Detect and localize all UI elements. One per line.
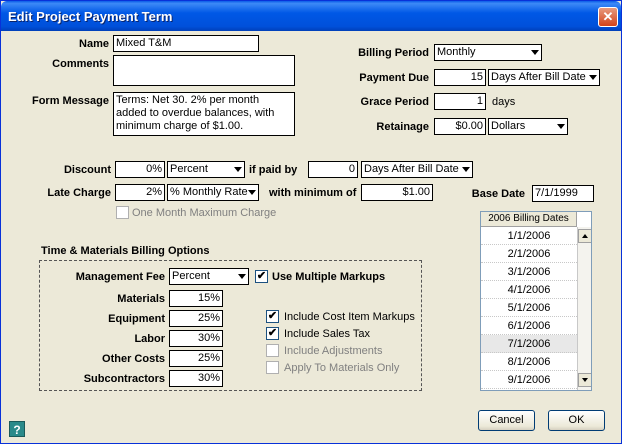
discount-type-select[interactable]: Percent: [167, 161, 245, 178]
chevron-down-icon: [589, 75, 597, 80]
cancel-button[interactable]: Cancel: [478, 410, 535, 431]
payment-due-unit-value: Days After Bill Date: [491, 71, 586, 83]
list-item[interactable]: 6/1/2006: [481, 317, 577, 335]
retainage-unit-select[interactable]: Dollars: [488, 118, 568, 135]
payment-due-unit-select[interactable]: Days After Bill Date: [488, 69, 600, 86]
billing-period-select[interactable]: Monthly: [434, 44, 542, 61]
other-costs-input[interactable]: 25%: [169, 350, 223, 367]
equipment-label: Equipment: [108, 313, 165, 325]
checkmark-icon: ✔: [267, 310, 278, 322]
minimum-label: with minimum of: [269, 187, 357, 199]
billing-dates-header: 2006 Billing Dates: [481, 212, 577, 227]
use-multiple-markups-label: Use Multiple Markups: [272, 271, 386, 283]
late-charge-minimum-input[interactable]: $1.00: [361, 184, 433, 201]
subcontractors-input[interactable]: 30%: [169, 370, 223, 387]
chevron-down-icon: [234, 167, 242, 172]
chevron-down-icon: [238, 274, 246, 279]
checkmark-icon: ✔: [267, 327, 278, 339]
help-icon[interactable]: ?: [9, 421, 25, 437]
list-item[interactable]: 8/1/2006: [481, 353, 577, 371]
discount-days-input[interactable]: 0: [308, 161, 358, 178]
materials-input[interactable]: 15%: [169, 290, 223, 307]
if-paid-by-label: if paid by: [249, 164, 298, 176]
billing-period-label: Billing Period: [358, 47, 429, 59]
include-sales-tax-checkbox[interactable]: ✔: [266, 327, 279, 340]
base-date-input[interactable]: 7/1/1999: [532, 185, 594, 202]
billing-period-value: Monthly: [437, 46, 476, 58]
title-bar[interactable]: Edit Project Payment Term ✕: [1, 1, 621, 31]
close-button[interactable]: ✕: [598, 7, 618, 27]
comments-input[interactable]: [113, 55, 295, 86]
base-date-label: Base Date: [471, 188, 525, 200]
include-cost-item-markups-label: Include Cost Item Markups: [284, 311, 415, 323]
discount-type-value: Percent: [170, 163, 208, 175]
materials-label: Materials: [117, 293, 165, 305]
retainage-unit-value: Dollars: [491, 120, 526, 132]
chevron-down-icon: [531, 50, 539, 55]
tm-section-label: Time & Materials Billing Options: [41, 245, 210, 257]
one-month-max-checkbox[interactable]: [116, 206, 129, 219]
chevron-down-icon: [557, 124, 565, 129]
form-message-input[interactable]: Terms: Net 30. 2% per month added to ove…: [113, 92, 295, 136]
late-charge-type-value: % Monthly Rate: [170, 186, 248, 198]
include-sales-tax-label: Include Sales Tax: [284, 328, 371, 340]
equipment-input[interactable]: 25%: [169, 310, 223, 327]
management-fee-value: Percent: [172, 270, 210, 282]
retainage-input[interactable]: $0.00: [434, 118, 486, 135]
one-month-max-label: One Month Maximum Charge: [132, 207, 277, 219]
form-message-label: Form Message: [31, 95, 109, 107]
name-input[interactable]: Mixed T&M: [113, 35, 259, 52]
close-icon: ✕: [602, 9, 614, 24]
billing-dates-list[interactable]: 2006 Billing Dates 1/1/2006 2/1/2006 3/1…: [480, 211, 592, 391]
include-adjustments-label: Include Adjustments: [284, 345, 383, 357]
chevron-down-icon: [462, 167, 470, 172]
discount-days-unit-select[interactable]: Days After Bill Date: [361, 161, 473, 178]
chevron-down-icon: [582, 378, 588, 382]
include-cost-item-markups-checkbox[interactable]: ✔: [266, 310, 279, 323]
ok-button[interactable]: OK: [548, 410, 605, 431]
subcontractors-label: Subcontractors: [83, 373, 165, 385]
grace-period-unit: days: [492, 96, 516, 108]
window-title: Edit Project Payment Term: [8, 9, 173, 24]
list-item[interactable]: 3/1/2006: [481, 263, 577, 281]
list-item[interactable]: 1/1/2006: [481, 227, 577, 245]
discount-input[interactable]: 0%: [115, 161, 165, 178]
late-charge-label: Late Charge: [47, 187, 111, 199]
list-item[interactable]: 2/1/2006: [481, 245, 577, 263]
comments-label: Comments: [52, 58, 109, 70]
chevron-up-icon: [582, 234, 588, 238]
grace-period-label: Grace Period: [360, 96, 429, 108]
include-adjustments-checkbox[interactable]: [266, 344, 279, 357]
labor-input[interactable]: 30%: [169, 330, 223, 347]
payment-due-input[interactable]: 15: [434, 69, 486, 86]
apply-to-materials-only-checkbox[interactable]: [266, 361, 279, 374]
list-item[interactable]: 7/1/2006: [481, 335, 577, 353]
checkmark-icon: ✔: [256, 270, 267, 282]
management-fee-label: Management Fee: [75, 271, 165, 283]
chevron-down-icon: [248, 190, 256, 195]
scroll-down-button[interactable]: [578, 373, 591, 387]
use-multiple-markups-checkbox[interactable]: ✔: [255, 270, 268, 283]
dialog-window: Edit Project Payment Term ✕ Name Mixed T…: [0, 0, 622, 444]
list-scrollbar[interactable]: [577, 227, 591, 390]
scroll-up-button[interactable]: [578, 229, 591, 243]
other-costs-label: Other Costs: [102, 353, 165, 365]
apply-to-materials-only-label: Apply To Materials Only: [284, 362, 400, 374]
discount-label: Discount: [63, 164, 111, 176]
name-label: Name: [79, 38, 109, 50]
late-charge-type-select[interactable]: % Monthly Rate: [167, 184, 259, 201]
retainage-label: Retainage: [376, 121, 429, 133]
late-charge-input[interactable]: 2%: [115, 184, 165, 201]
management-fee-select[interactable]: Percent: [169, 268, 249, 285]
payment-due-label: Payment Due: [359, 72, 429, 84]
list-item[interactable]: 9/1/2006: [481, 371, 577, 389]
list-item[interactable]: 5/1/2006: [481, 299, 577, 317]
list-item[interactable]: 4/1/2006: [481, 281, 577, 299]
discount-days-unit-value: Days After Bill Date: [364, 163, 459, 175]
labor-label: Labor: [134, 333, 165, 345]
grace-period-input[interactable]: 1: [434, 93, 486, 110]
